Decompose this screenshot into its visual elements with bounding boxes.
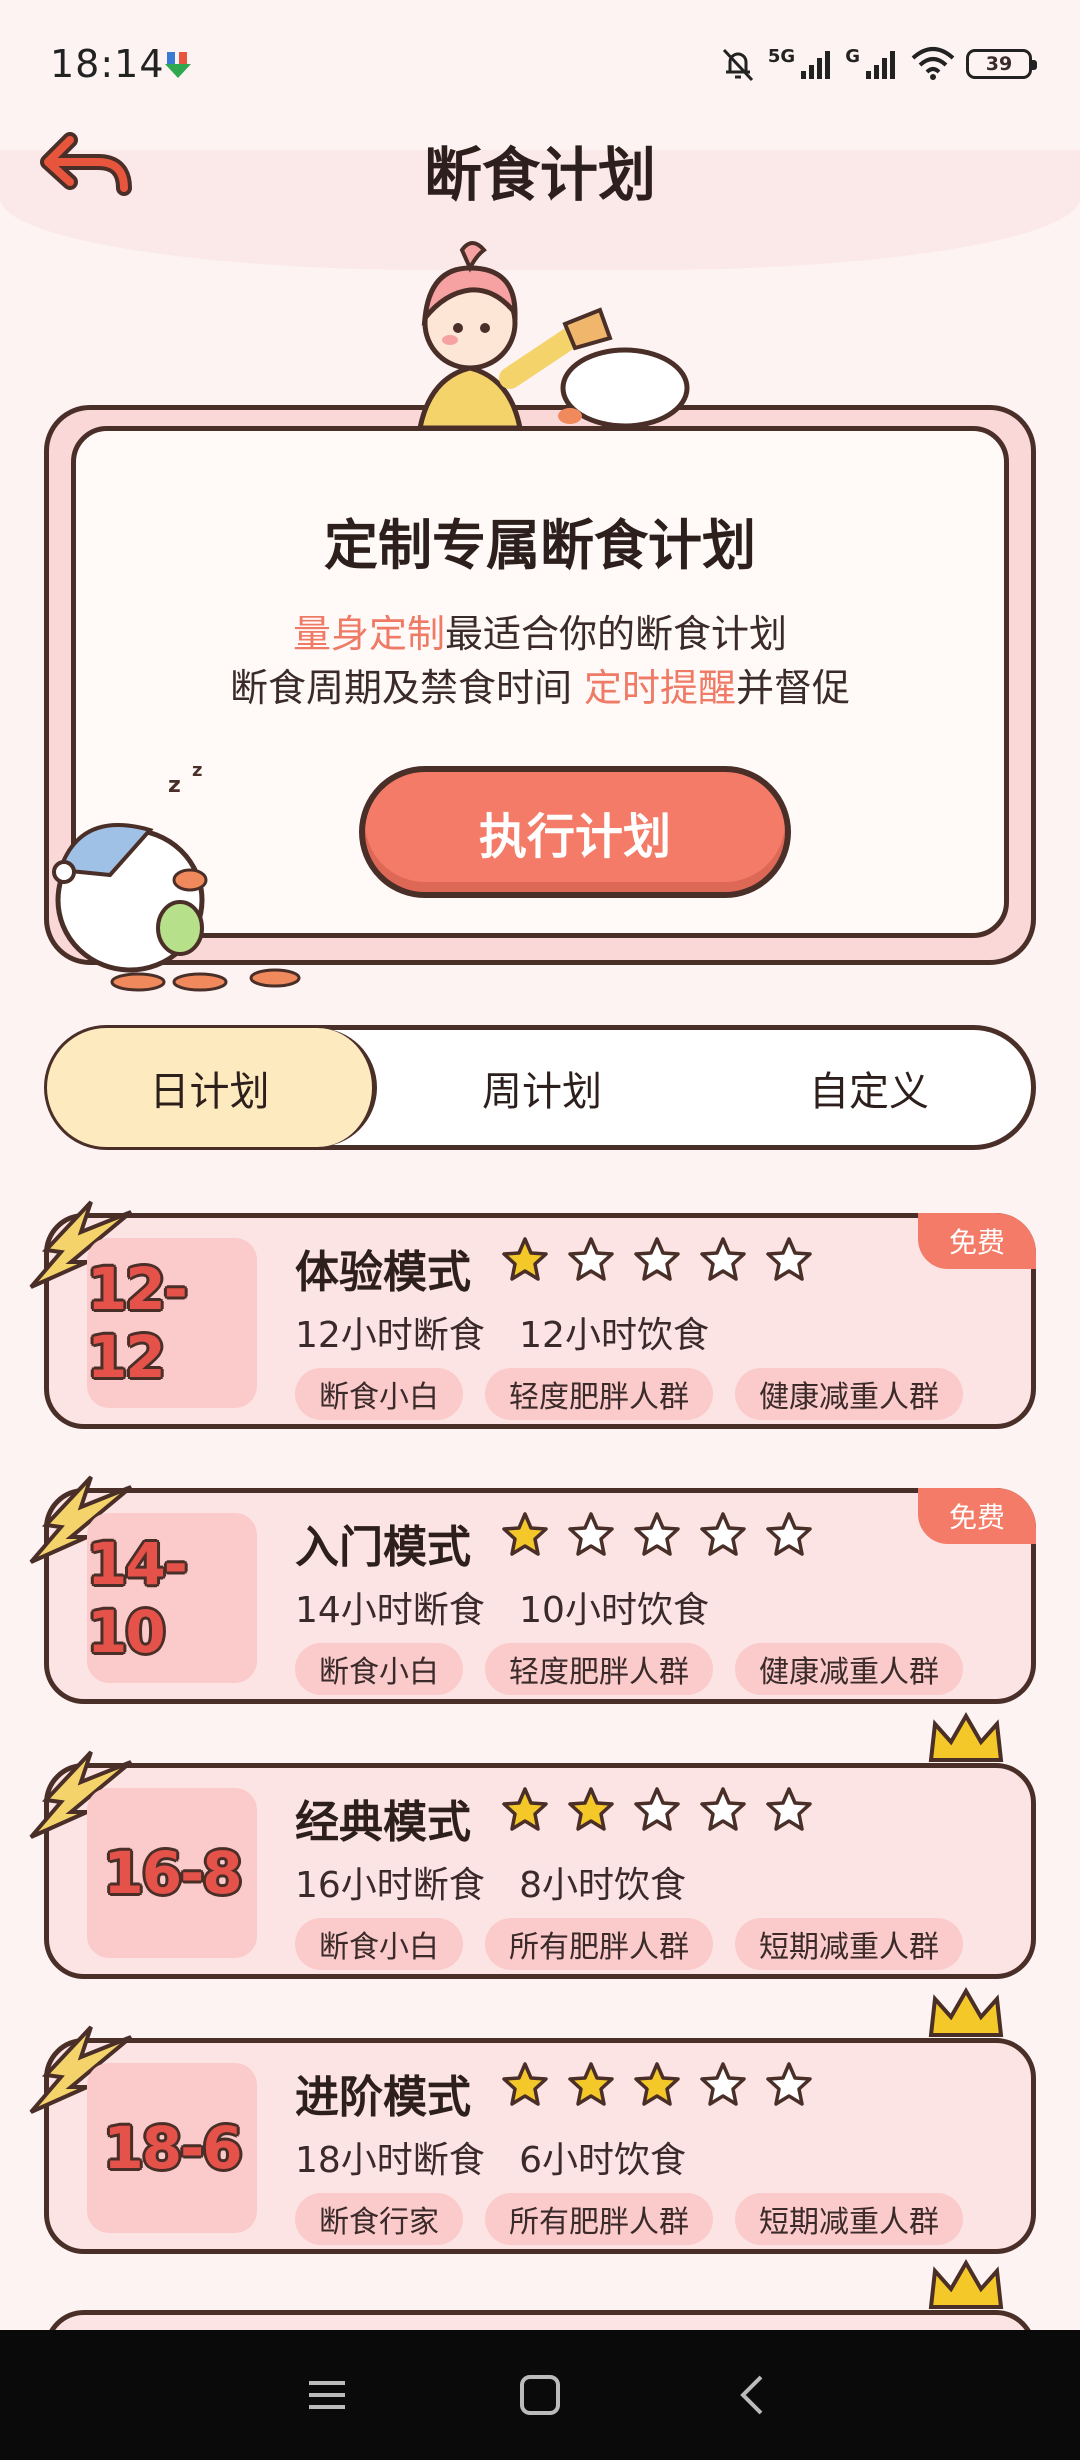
plan-title: 经典模式	[295, 1797, 471, 1848]
star-empty-icon	[700, 2062, 746, 2106]
star-filled-icon	[568, 1787, 614, 1831]
star-filled-icon	[502, 1512, 548, 1556]
svg-text:z: z	[168, 773, 181, 798]
plan-tag: 断食小白	[295, 1918, 463, 1970]
intro-title: 定制专属断食计划	[324, 514, 756, 577]
plan-tag: 断食小白	[295, 1643, 463, 1695]
intro-highlight-1: 量身定制	[292, 612, 445, 656]
free-badge: 免费	[918, 1488, 1036, 1544]
plan-tag: 轻度肥胖人群	[485, 1643, 713, 1695]
difficulty-stars	[501, 1786, 813, 1834]
intro-highlight-2: 定时提醒	[584, 666, 737, 710]
plan-description: 18小时断食 6小时饮食	[295, 2140, 687, 2181]
plan-ratio: 12-12	[87, 1238, 257, 1408]
tab-custom[interactable]: 自定义	[707, 1030, 1031, 1145]
plan-tag: 健康减重人群	[735, 1368, 963, 1420]
star-filled-icon	[502, 2062, 548, 2106]
intro-text-2a: 断食周期及禁食时间	[229, 666, 585, 710]
star-empty-icon	[700, 1512, 746, 1556]
network-type-1: 5G	[767, 45, 796, 67]
plan-title: 进阶模式	[295, 2072, 471, 2123]
star-empty-icon	[568, 1512, 614, 1556]
page-title: 断食计划	[423, 141, 656, 209]
plan-tag: 所有肥胖人群	[485, 2193, 713, 2245]
intro-line-1: 量身定制最适合你的断食计划	[76, 603, 1004, 658]
star-empty-icon	[700, 1787, 746, 1831]
plan-tag: 所有肥胖人群	[485, 1918, 713, 1970]
star-empty-icon	[766, 1787, 812, 1831]
menu-icon[interactable]	[297, 2365, 357, 2425]
intro-line-2: 断食周期及禁食时间 定时提醒并督促	[76, 657, 1004, 712]
star-empty-icon	[766, 2062, 812, 2106]
signal-icon	[866, 51, 895, 79]
system-navigation-bar	[0, 2330, 1080, 2460]
download-app-icon	[165, 52, 191, 78]
plan-tags: 断食小白 所有肥胖人群 短期减重人群	[295, 1918, 963, 1970]
plan-description: 14小时断食 10小时饮食	[295, 1590, 709, 1631]
star-filled-icon	[634, 2062, 680, 2106]
star-empty-icon	[568, 1237, 614, 1281]
star-empty-icon	[634, 1237, 680, 1281]
plan-tag: 健康减重人群	[735, 1643, 963, 1695]
battery-icon: 39	[966, 49, 1037, 79]
plan-title: 体验模式	[295, 1247, 471, 1298]
intro-text-2b: 并督促	[736, 666, 851, 710]
plan-tags: 断食行家 所有肥胖人群 短期减重人群	[295, 2193, 963, 2245]
plan-tags: 断食小白 轻度肥胖人群 健康减重人群	[295, 1368, 963, 1420]
plan-ratio: 16-8	[87, 1788, 257, 1958]
plan-tag: 轻度肥胖人群	[485, 1368, 713, 1420]
plan-tag: 断食行家	[295, 2193, 463, 2245]
plan-card-advanced[interactable]: 18-6 进阶模式 18小时断食 6小时饮食 断食行家 所有肥胖人群 短期减重人…	[29, 1986, 1036, 2254]
plan-tags: 断食小白 轻度肥胖人群 健康减重人群	[295, 1643, 963, 1695]
network-type-2: G	[845, 45, 860, 67]
star-filled-icon	[502, 1237, 548, 1281]
wifi-icon	[911, 47, 955, 80]
battery-level: 39	[985, 53, 1013, 75]
sleeping-duck-illustration: z z	[52, 760, 301, 992]
tab-daily-plan[interactable]: 日计划	[47, 1028, 377, 1147]
plan-title: 入门模式	[295, 1522, 471, 1573]
star-empty-icon	[634, 1787, 680, 1831]
status-icons: 5G G 39	[718, 40, 1037, 88]
crown-icon	[928, 1711, 1004, 1762]
plan-period-tabs: 日计划 周计划 自定义	[44, 1025, 1036, 1150]
plan-description: 12小时断食 12小时饮食	[295, 1315, 709, 1356]
plan-ratio: 14-10	[87, 1513, 257, 1683]
intro-text-1: 最适合你的断食计划	[445, 612, 788, 656]
crown-icon	[928, 1986, 1004, 2037]
free-badge: 免费	[918, 1213, 1036, 1269]
plan-card-classic[interactable]: 16-8 经典模式 16小时断食 8小时饮食 断食小白 所有肥胖人群 短期减重人…	[29, 1711, 1036, 1979]
crown-icon	[928, 2258, 1004, 2309]
star-filled-icon	[568, 2062, 614, 2106]
plan-card-experience[interactable]: 12-12 体验模式 12小时断食 12小时饮食 断食小白 轻度肥胖人群 健康减…	[29, 1200, 1036, 1429]
plan-tag: 短期减重人群	[735, 1918, 963, 1970]
difficulty-stars	[501, 1236, 813, 1284]
difficulty-stars	[501, 2061, 813, 2109]
status-time: 18:14	[50, 42, 165, 86]
star-empty-icon	[766, 1237, 812, 1281]
plan-description: 16小时断食 8小时饮食	[295, 1865, 687, 1906]
tab-weekly-plan[interactable]: 周计划	[377, 1030, 707, 1145]
svg-text:z: z	[192, 760, 202, 781]
plan-card-beginner[interactable]: 14-10 入门模式 14小时断食 10小时饮食 断食小白 轻度肥胖人群 健康减…	[29, 1475, 1036, 1704]
star-filled-icon	[502, 1787, 548, 1831]
difficulty-stars	[501, 1511, 813, 1559]
home-icon[interactable]	[510, 2365, 570, 2425]
chef-girl-illustration	[417, 241, 690, 428]
star-empty-icon	[700, 1237, 746, 1281]
signal-icon	[801, 51, 831, 79]
execute-plan-button[interactable]: 执行计划	[359, 766, 791, 898]
star-empty-icon	[766, 1512, 812, 1556]
plan-tag: 短期减重人群	[735, 2193, 963, 2245]
star-empty-icon	[634, 1512, 680, 1556]
mute-bell-icon	[722, 48, 754, 82]
plan-ratio: 18-6	[87, 2063, 257, 2233]
status-bar: 18:14 5G G 39	[0, 0, 1080, 130]
plan-tag: 断食小白	[295, 1368, 463, 1420]
back-icon[interactable]	[723, 2365, 783, 2425]
